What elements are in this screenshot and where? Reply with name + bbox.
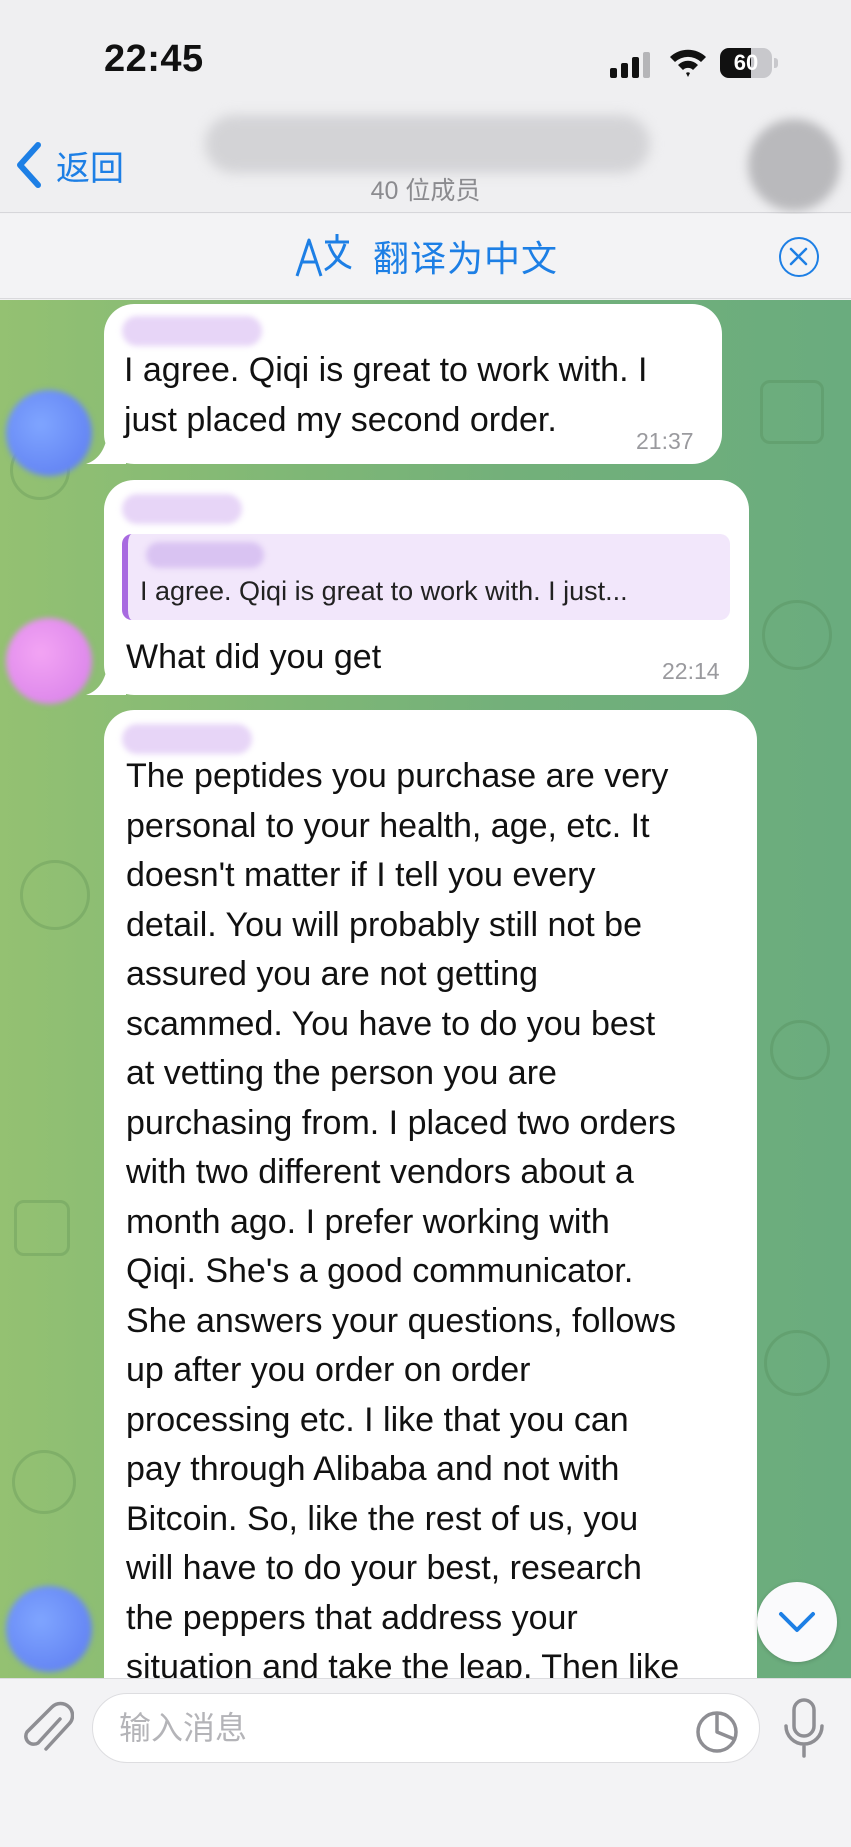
message-time: 21:37	[636, 428, 694, 454]
message-line: just placed my second order.	[124, 400, 557, 439]
message-line: detail. You will probably still not be	[126, 905, 642, 944]
message-line: What did you get	[126, 638, 382, 676]
avatar[interactable]	[6, 1586, 92, 1672]
group-title-blurred[interactable]	[205, 115, 650, 173]
message-line: She answers your questions, follows	[126, 1301, 676, 1340]
paperclip-icon[interactable]	[18, 1699, 74, 1759]
message-line: personal to your health, age, etc. It	[126, 806, 650, 845]
sender-name-blurred	[122, 494, 242, 524]
message-line: processing etc. I like that you can	[126, 1400, 629, 1439]
battery-icon: 60	[720, 48, 778, 78]
sticker-icon[interactable]	[694, 1709, 740, 1755]
message-line: month ago. I prefer working with	[126, 1202, 610, 1241]
message-line: Qiqi. She's a good communicator.	[126, 1252, 634, 1290]
close-icon	[789, 247, 808, 266]
status-time: 22:45	[104, 38, 204, 80]
message-line: will have to do your best, research	[126, 1549, 642, 1587]
microphone-icon[interactable]	[779, 1696, 829, 1766]
message-line: I agree. Qiqi is great to work with. I	[124, 351, 648, 389]
translate-label: 翻译为中文	[373, 238, 559, 279]
message-text: I agree. Qiqi is great to work with. I j…	[124, 346, 647, 445]
message-line: with two different vendors about a	[126, 1153, 634, 1191]
message-bubble[interactable]: The peptides you purchase are very person…	[104, 710, 757, 1678]
message-line: purchasing from. I placed two orders	[126, 1103, 676, 1142]
message-line: assured you are not getting	[126, 955, 539, 993]
message-line: pay through Alibaba and not with	[126, 1450, 620, 1488]
sender-name-blurred	[122, 724, 252, 754]
status-bar: 22:45 60	[0, 0, 851, 115]
wallpaper-doodle	[760, 380, 824, 444]
message-line: scammed. You have to do you best	[126, 1004, 656, 1043]
message-time: 22:14	[662, 658, 720, 684]
chat-header: 返回 40 位成员	[0, 115, 851, 213]
wallpaper-doodle	[12, 1450, 76, 1514]
message-line: situation and take the leap. Then like	[126, 1648, 680, 1678]
message-input[interactable]	[92, 1693, 760, 1763]
message-line: Bitcoin. So, like the rest of us, you	[126, 1499, 639, 1538]
message-line: at vetting the person you are	[126, 1054, 557, 1092]
message-text: The peptides you purchase are very person…	[126, 752, 679, 1678]
sender-name-blurred	[122, 316, 262, 346]
avatar[interactable]	[6, 618, 92, 704]
translate-bar: 翻译为中文	[0, 214, 851, 299]
reply-sender-blurred	[146, 542, 264, 568]
message-bubble[interactable]: I agree. Qiqi is great to work with. I j…	[104, 480, 749, 695]
message-line: The peptides you purchase are very	[126, 757, 669, 795]
input-bar	[0, 1678, 851, 1847]
message-bubble[interactable]: I agree. Qiqi is great to work with. I j…	[104, 304, 722, 464]
wifi-icon	[670, 49, 706, 77]
close-translate-button[interactable]	[779, 237, 819, 277]
signal-icon	[610, 52, 650, 78]
chevron-down-icon	[779, 1612, 815, 1632]
message-line: the peppers that address your	[126, 1598, 578, 1637]
wallpaper-doodle	[770, 1020, 830, 1080]
message-line: doesn't matter if I tell you every	[126, 856, 596, 894]
wallpaper-doodle	[20, 860, 90, 930]
translate-icon	[295, 234, 352, 277]
message-text: What did you get	[126, 633, 381, 683]
scroll-down-button[interactable]	[757, 1582, 837, 1662]
avatar[interactable]	[6, 390, 92, 476]
reply-preview-text: I agree. Qiqi is great to work with. I j…	[140, 576, 628, 606]
chat-area[interactable]: I agree. Qiqi is great to work with. I j…	[0, 300, 851, 1678]
reply-preview[interactable]: I agree. Qiqi is great to work with. I j…	[122, 534, 730, 620]
battery-level: 60	[733, 50, 759, 75]
wallpaper-doodle	[14, 1200, 70, 1256]
message-line: up after you order on order	[126, 1351, 531, 1389]
wallpaper-doodle	[764, 1330, 830, 1396]
wallpaper-doodle	[762, 600, 832, 670]
member-count: 40 位成员	[370, 177, 481, 205]
group-avatar[interactable]	[748, 119, 840, 211]
translate-button[interactable]: 翻译为中文	[295, 228, 558, 284]
